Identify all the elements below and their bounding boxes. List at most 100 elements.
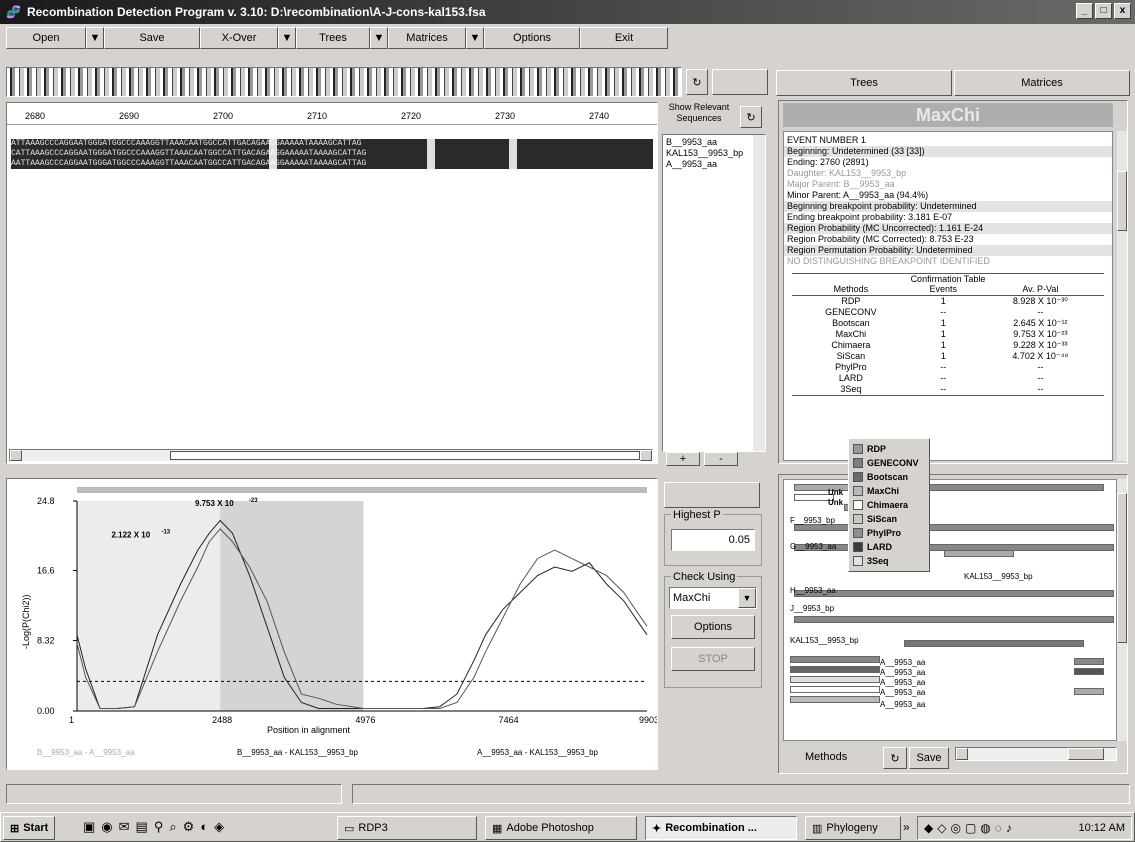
email-icon[interactable]: ✉ — [119, 819, 130, 835]
tree-node-label[interactable]: G__9953_aa — [790, 542, 836, 551]
names-vscrollbar[interactable] — [753, 135, 765, 451]
sequence-row[interactable]: ATTAAAGCCCAGGAATGGGATGGCCCAAAGGTTAAACAAT… — [11, 139, 653, 149]
pin-icon[interactable]: ⚲ — [154, 819, 164, 835]
check-using-select[interactable]: MaxChi ▼ — [669, 587, 757, 609]
sequence-row[interactable]: CATTAAAGCCCAGGAATGGGATGGCCCAAAGGTTAAACAA… — [11, 149, 653, 159]
tray-icon[interactable]: ◍ — [980, 821, 990, 835]
open-dropdown[interactable]: ▼ — [86, 27, 104, 49]
alignment-overview-strip[interactable] — [6, 67, 682, 97]
tree-branch-bar[interactable] — [904, 640, 1084, 647]
tree-save-button[interactable]: Save — [909, 747, 949, 769]
volume-icon[interactable]: ♪ — [1006, 821, 1012, 835]
stop-button[interactable]: STOP — [671, 647, 755, 671]
chevron-down-icon[interactable]: ▼ — [738, 588, 756, 608]
tree-node-label[interactable]: A__9953_aa — [880, 658, 925, 667]
scroll-thumb[interactable] — [1068, 748, 1104, 760]
zoom-out-button[interactable]: - — [704, 452, 738, 466]
recombination-plot-panel[interactable]: 24.8 16.6 8.32 0.00 1 2488 4976 7464 9903 Positio… — [6, 478, 659, 770]
blank-button[interactable] — [664, 482, 760, 508]
more-chevron[interactable]: » — [903, 820, 910, 834]
blank-button[interactable] — [712, 69, 768, 95]
trees-dropdown[interactable]: ▼ — [370, 27, 388, 49]
tree-branch-bar[interactable] — [1074, 658, 1104, 665]
desktop-icon[interactable]: ▣ — [83, 819, 95, 835]
tree-branch-bar[interactable] — [790, 656, 880, 663]
xover-button[interactable]: X-Over — [200, 27, 278, 49]
tree-branch-bar[interactable] — [794, 616, 1114, 623]
scroll-left-button[interactable] — [956, 748, 968, 760]
media-icon[interactable]: ◐ — [200, 819, 208, 835]
tree-node-label[interactable]: H__9953_aa — [790, 586, 836, 595]
tree-branch-bar[interactable] — [1074, 688, 1104, 695]
scroll-left-button[interactable] — [10, 450, 22, 461]
tree-branch-bar[interactable] — [794, 524, 1114, 531]
document-icon: ▥ — [812, 822, 823, 835]
tree-branch-bar[interactable] — [944, 550, 1014, 557]
refresh-icon[interactable]: ↻ — [686, 69, 708, 95]
scroll-right-button[interactable] — [640, 450, 652, 461]
tray-icon[interactable]: ◆ — [924, 821, 933, 835]
open-button[interactable]: Open — [6, 27, 86, 49]
zoom-in-button[interactable]: + — [666, 452, 700, 466]
tree-branch-bar[interactable] — [790, 696, 880, 703]
tray-icon[interactable]: ◇ — [937, 821, 946, 835]
exit-button[interactable]: Exit — [580, 27, 668, 49]
tool-icon[interactable]: ⚙ — [183, 819, 195, 835]
tree-branch-bar[interactable] — [790, 676, 880, 683]
search-icon[interactable]: ⌕ — [169, 819, 176, 835]
sequence-name[interactable]: B__9953_aa — [666, 137, 762, 148]
close-button[interactable]: x — [1114, 3, 1131, 19]
tree-vscrollbar[interactable] — [1117, 479, 1127, 741]
xover-dropdown[interactable]: ▼ — [278, 27, 296, 49]
app-icon[interactable]: ◈ — [214, 819, 224, 835]
tree-branch-bar[interactable] — [794, 590, 1114, 597]
tab-matrices[interactable]: Matrices — [954, 70, 1130, 96]
maximize-button[interactable]: □ — [1095, 3, 1112, 19]
taskbar-item-photoshop[interactable]: ▦ Adobe Photoshop — [485, 816, 637, 840]
scroll-thumb[interactable] — [1117, 493, 1127, 643]
start-button[interactable]: ⊞ Start — [3, 816, 56, 840]
options-button[interactable]: Options — [484, 27, 580, 49]
save-button[interactable]: Save — [104, 27, 200, 49]
sequence-row[interactable]: AATTAAAGCCCAGGAATGGGATGGCCCAAAGGTTAAACAA… — [11, 159, 653, 169]
legend-item: 3Seq — [853, 554, 925, 568]
tray-icon[interactable]: ◌ — [995, 821, 1002, 835]
refresh-icon[interactable]: ↻ — [740, 106, 762, 128]
sequence-name[interactable]: A__9953_aa — [666, 159, 762, 170]
tree-hscrollbar[interactable] — [955, 747, 1117, 761]
table-cell: 3Seq — [840, 384, 862, 394]
tray-icon[interactable]: ▢ — [965, 821, 976, 835]
tray-icon[interactable]: ◎ — [950, 821, 960, 835]
matrices-button[interactable]: Matrices — [388, 27, 466, 49]
taskbar-item-recombination[interactable]: ✦ Recombination ... — [645, 816, 797, 840]
scroll-thumb[interactable] — [170, 451, 640, 460]
sequence-name[interactable]: KAL153__9953_bp — [666, 148, 762, 159]
tree-branch-bar[interactable] — [1074, 668, 1104, 675]
tree-node-label[interactable]: A__9953_aa — [880, 668, 925, 677]
folder-icon[interactable]: ▤ — [136, 819, 148, 835]
scroll-thumb[interactable] — [1117, 171, 1127, 231]
refresh-icon[interactable]: ↻ — [883, 747, 907, 769]
browser-icon[interactable]: ◉ — [101, 819, 112, 835]
plot-options-button[interactable]: Options — [671, 615, 755, 639]
tree-node-label[interactable]: KAL153__9953_bp — [790, 636, 859, 645]
check-using-label: Check Using — [671, 571, 738, 583]
taskbar-item-rdp3[interactable]: ▭ RDP3 — [337, 816, 477, 840]
minimize-button[interactable]: _ — [1076, 3, 1093, 19]
tree-node-label[interactable]: F__9953_bp — [790, 516, 835, 525]
taskbar-item-phylogeny[interactable]: ▥ Phylogeny — [805, 816, 901, 840]
tab-trees[interactable]: Trees — [776, 70, 952, 96]
matrices-dropdown[interactable]: ▼ — [466, 27, 484, 49]
event-vscrollbar[interactable] — [1117, 131, 1127, 461]
tree-node-label[interactable]: A__9953_aa — [880, 700, 925, 709]
tree-branch-bar[interactable] — [790, 686, 880, 693]
alignment-hscrollbar[interactable] — [9, 449, 653, 462]
tree-node-label[interactable]: A__9953_aa — [880, 678, 925, 687]
tree-node-label[interactable]: KAL153__9953_bp — [964, 572, 1033, 581]
tree-branch-bar[interactable] — [790, 666, 880, 673]
tree-branch-bar[interactable] — [924, 484, 1104, 491]
tree-node-label[interactable]: A__9953_aa — [880, 688, 925, 697]
highest-p-input[interactable]: 0.05 — [671, 529, 755, 551]
trees-button[interactable]: Trees — [296, 27, 370, 49]
tree-node-label[interactable]: J__9953_bp — [790, 604, 834, 613]
